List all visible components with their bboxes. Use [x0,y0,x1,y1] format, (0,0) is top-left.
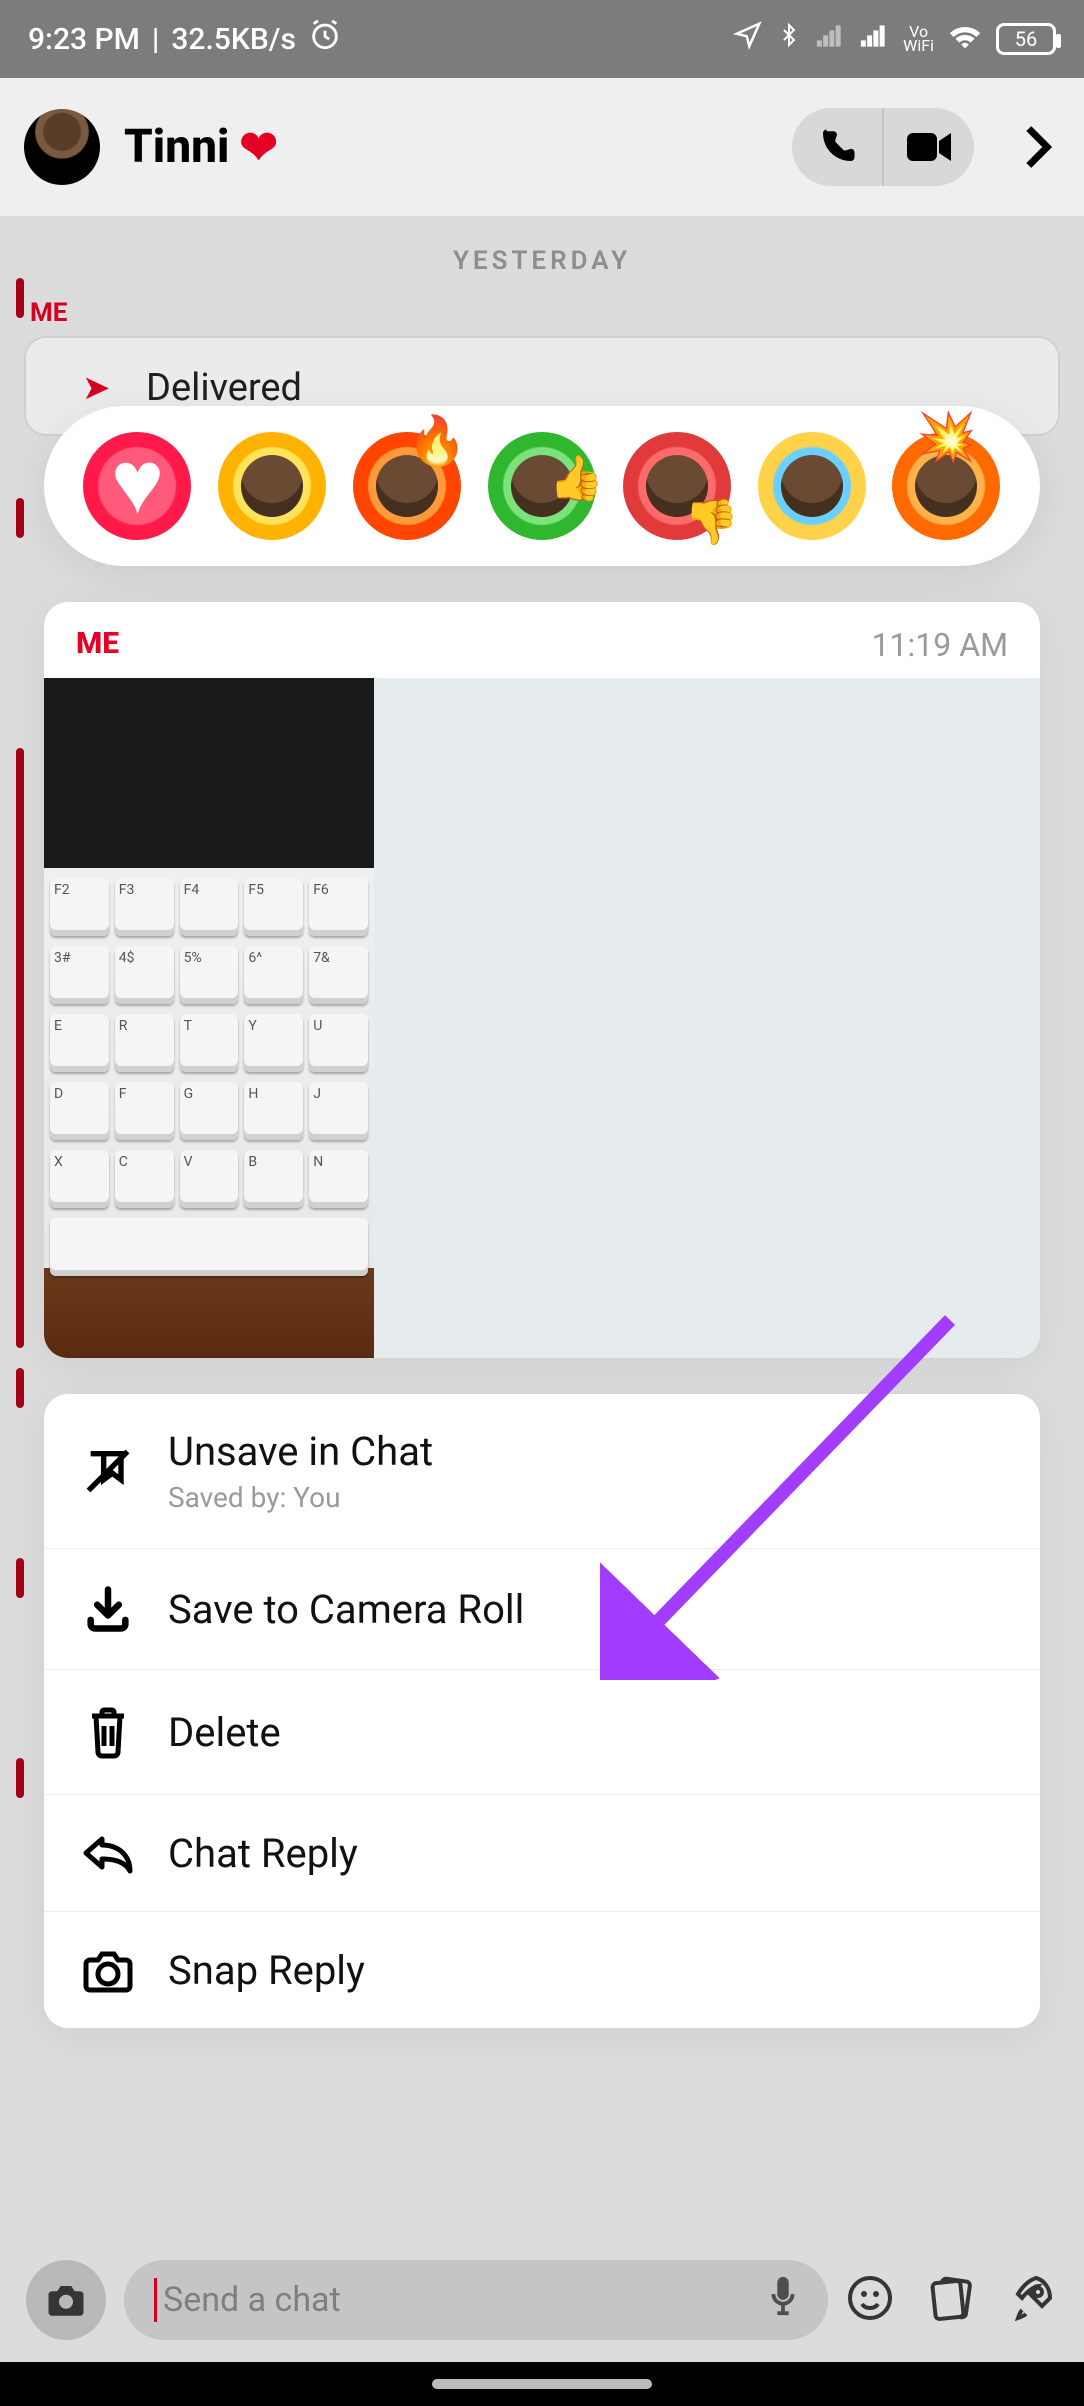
reaction-heart[interactable]: ♥ [83,432,191,540]
status-net: 32.5KB/s [171,22,296,57]
camera-button[interactable] [26,2260,106,2340]
menu-snap-reply-label: Snap Reply [168,1947,365,1994]
trash-icon [78,1704,138,1760]
menu-snap-reply[interactable]: Snap Reply [44,1912,1040,2028]
status-bar: 9:23 PM | 32.5KB/s Vo WiFi 5 [0,0,1084,78]
signal-icon-1 [815,22,845,57]
gallery-icon[interactable] [928,2274,976,2326]
menu-delete-label: Delete [168,1709,281,1756]
menu-unsave-sub: Saved by: You [168,1481,433,1514]
alarm-icon [308,18,342,60]
menu-save-camera-roll[interactable]: Save to Camera Roll [44,1549,1040,1670]
heart-icon: ❤ [239,120,278,175]
call-buttons [792,108,974,186]
wifi-icon [948,22,982,57]
home-indicator [0,2362,1084,2406]
emoji-icon[interactable] [846,2274,894,2326]
video-call-button[interactable] [884,108,974,186]
vowifi-label: Vo WiFi [903,25,934,53]
menu-delete[interactable]: Delete [44,1670,1040,1795]
location-icon [733,20,763,58]
rocket-icon[interactable] [1010,2274,1058,2326]
signal-icon-2 [859,22,889,57]
download-icon [78,1583,138,1635]
avatar[interactable] [24,109,100,185]
sent-icon: ➤ [82,368,111,408]
reaction-bar: ♥ 🔥 👍 👎 💥 [44,406,1040,566]
message-card[interactable]: ME 11:19 AM F2F3F4F5F6 3#4$5%6^7& ERTYU … [44,602,1040,1358]
input-bar: Send a chat [0,2250,1084,2350]
reply-icon [78,1829,138,1877]
menu-unsave[interactable]: Unsave in Chat Saved by: You [44,1394,1040,1549]
menu-chat-reply[interactable]: Chat Reply [44,1795,1040,1912]
menu-unsave-label: Unsave in Chat [168,1428,433,1475]
unsave-icon [78,1445,138,1497]
chevron-right-icon[interactable] [1016,124,1060,170]
battery-icon: 56 [996,23,1056,55]
reaction-laugh[interactable] [218,432,326,540]
message-sender: ME [76,626,119,664]
reaction-wow[interactable] [758,432,866,540]
chat-header: Tinni ❤ [0,78,1084,218]
menu-chat-reply-label: Chat Reply [168,1830,358,1877]
reaction-fire[interactable]: 🔥 [353,432,461,540]
camera-icon [78,1946,138,1994]
message-time: 11:19 AM [872,626,1008,664]
chat-input[interactable]: Send a chat [124,2260,828,2340]
audio-call-button[interactable] [792,108,882,186]
context-menu: Unsave in Chat Saved by: You Save to Cam… [44,1394,1040,2028]
reaction-mind-blown[interactable]: 💥 [892,432,1000,540]
date-separator: YESTERDAY [0,218,1084,294]
reaction-thumbs-up[interactable]: 👍 [488,432,596,540]
menu-save-label: Save to Camera Roll [168,1586,524,1633]
chat-title[interactable]: Tinni ❤ [124,120,768,175]
delivered-label: Delivered [146,366,302,410]
microphone-icon[interactable] [768,2275,798,2326]
message-photo[interactable]: F2F3F4F5F6 3#4$5%6^7& ERTYU DFGHJ XCVBN [44,678,374,1358]
bluetooth-icon [777,20,801,58]
status-time: 9:23 PM [28,22,140,57]
reaction-thumbs-down[interactable]: 👎 [623,432,731,540]
sender-label: ME [0,294,1084,332]
chat-input-placeholder: Send a chat [163,2280,341,2320]
